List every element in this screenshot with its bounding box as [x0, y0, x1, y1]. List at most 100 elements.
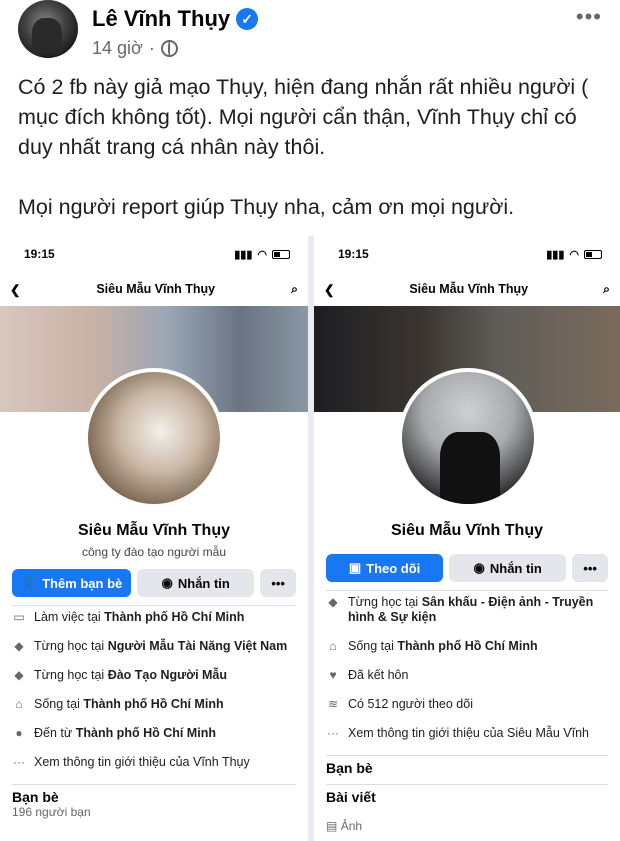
intro-label: Đến từ [34, 726, 76, 740]
graduation-cap-icon: ◆ [14, 639, 24, 653]
battery-icon [584, 249, 602, 259]
message-button[interactable]: ◉ Nhắn tin [137, 569, 255, 597]
more-icon: ··· [13, 755, 25, 769]
verified-badge-icon: ✓ [236, 8, 259, 30]
status-time: 19:15 [338, 247, 369, 261]
profile-picture[interactable] [84, 368, 224, 508]
message-label: Nhắn tin [489, 560, 542, 576]
divider [12, 605, 296, 606]
profile-subtitle: công ty đào tạo người mẫu [82, 545, 226, 559]
intro-row[interactable]: ▭ Làm việc tại Thành phố Hồ Chí Minh [0, 610, 308, 625]
nav-title: Siêu Mẫu Vĩnh Thụy [409, 282, 529, 296]
author-name-text[interactable]: Lê Vĩnh Thụy [92, 6, 230, 32]
add-friend-icon: 👤 [20, 575, 38, 590]
back-icon[interactable]: ❮ [324, 282, 334, 297]
intro-row[interactable]: ⌂ Sống tại Thành phố Hồ Chí Minh [0, 697, 308, 712]
intro-label: Có 512 người theo dõi [348, 697, 473, 711]
friends-heading: Bạn bè [12, 789, 59, 805]
messenger-icon: ◉ [161, 575, 173, 590]
battery-icon [272, 249, 290, 259]
profile-picture[interactable] [398, 368, 538, 508]
intro-row[interactable]: ··· Xem thông tin giới thiệu của Siêu Mẫu… [314, 726, 620, 741]
status-bar: 19:15 ▮▮▮ ◠ [314, 236, 620, 272]
intro-value[interactable]: Thành phố Hồ Chí Minh [104, 610, 244, 624]
author-avatar[interactable] [18, 0, 78, 58]
intro-text: Từng học tại Người Mẫu Tài Năng Việt Nam [34, 639, 287, 654]
add-friend-button[interactable]: 👤 Thêm bạn bè [12, 569, 132, 597]
follow-icon: ▣ [348, 560, 362, 575]
intro-text: Sống tại Thành phố Hồ Chí Minh [34, 697, 224, 712]
message-label: Nhắn tin [177, 575, 230, 591]
photos-label: Ảnh [340, 819, 363, 833]
intro-value[interactable]: Đào Tạo Người Mẫu [108, 668, 227, 682]
search-icon[interactable]: ⌕ [291, 282, 298, 297]
intro-label: Từng học tại [348, 595, 422, 609]
more-icon: ··· [327, 726, 339, 740]
profile-actions: 👤 Thêm bạn bè ◉ Nhắn tin ••• [0, 569, 308, 597]
heart-icon: ♥ [329, 668, 337, 682]
profile-nav-bar: ❮ Siêu Mẫu Vĩnh Thụy ⌕ [314, 272, 620, 306]
signal-icon: ▮▮▮ [546, 248, 565, 261]
intro-value[interactable]: Thành phố Hồ Chí Minh [397, 639, 537, 653]
photo-icon: ▤ [326, 819, 338, 833]
post-paragraph-2: Mọi người report giúp Thụy nha, cảm ơn m… [18, 195, 515, 219]
post-header: Lê Vĩnh Thụy ✓ 14 giờ · ••• [0, 0, 620, 70]
divider [326, 590, 608, 591]
meta-separator: · [148, 38, 155, 58]
fake-profile-screenshot-2[interactable]: 19:15 ▮▮▮ ◠ ❮ Siêu Mẫu Vĩnh Thụy ⌕ Siêu Mẫu … [314, 236, 620, 841]
photos-chip[interactable]: ▤ Ảnh [314, 819, 620, 833]
divider [12, 784, 296, 785]
intro-text: Từng học tại Sân khấu - Điện ảnh - Truyề… [348, 595, 608, 625]
intro-list: ◆ Từng học tại Sân khấu - Điện ảnh - Truy… [314, 595, 620, 741]
intro-row[interactable]: ● Đến từ Thành phố Hồ Chí Minh [0, 726, 308, 741]
author-name[interactable]: Lê Vĩnh Thụy ✓ [92, 6, 259, 32]
status-bar: 19:15 ▮▮▮ ◠ [0, 236, 308, 272]
profile-nav-bar: ❮ Siêu Mẫu Vĩnh Thụy ⌕ [0, 272, 308, 306]
post-paragraph-1: Có 2 fb này giả mạo Thụy, hiện đang nhắn… [18, 75, 589, 159]
friends-count: 196 người bạn [12, 805, 91, 819]
more-actions-button[interactable]: ••• [572, 554, 608, 582]
intro-label: Sống tại [34, 697, 84, 711]
intro-row[interactable]: ⌂ Sống tại Thành phố Hồ Chí Minh [314, 639, 620, 654]
graduation-cap-icon: ◆ [14, 668, 24, 682]
divider [326, 755, 608, 756]
post-meta: 14 giờ · [92, 38, 178, 59]
location-pin-icon: ● [15, 726, 23, 740]
more-options-icon[interactable]: ••• [576, 4, 602, 30]
intro-row[interactable]: ◆ Từng học tại Người Mẫu Tài Năng Việt Na… [0, 639, 308, 654]
graduation-cap-icon: ◆ [328, 595, 338, 609]
nav-title: Siêu Mẫu Vĩnh Thụy [96, 282, 216, 296]
messenger-icon: ◉ [473, 560, 485, 575]
briefcase-icon: ▭ [13, 610, 25, 624]
intro-list: ▭ Làm việc tại Thành phố Hồ Chí Minh ◆ Từng… [0, 610, 308, 770]
follow-label: Theo dõi [366, 560, 421, 576]
intro-row[interactable]: ··· Xem thông tin giới thiệu của Vĩnh Thụ… [0, 755, 308, 770]
post-time[interactable]: 14 giờ [92, 38, 143, 59]
intro-label: Làm việc tại [34, 610, 105, 624]
intro-label: Từng học tại [34, 668, 108, 682]
intro-row[interactable]: ◆ Từng học tại Sân khấu - Điện ảnh - Truy… [314, 595, 620, 625]
more-actions-button[interactable]: ••• [260, 569, 296, 597]
home-icon: ⌂ [329, 639, 337, 653]
intro-row[interactable]: ♥ Đã kết hôn [314, 668, 620, 683]
intro-text: Từng học tại Đào Tạo Người Mẫu [34, 668, 227, 683]
intro-text: Xem thông tin giới thiệu của Siêu Mẫu Vĩ… [348, 726, 589, 741]
profile-name: Siêu Mẫu Vĩnh Thụy [390, 522, 543, 539]
fake-profile-screenshot-1[interactable]: 19:15 ▮▮▮ ◠ ❮ Siêu Mẫu Vĩnh Thụy ⌕ Siêu Mẫu … [0, 236, 308, 841]
intro-row[interactable]: ≋ Có 512 người theo dõi [314, 697, 620, 712]
back-icon[interactable]: ❮ [10, 282, 20, 297]
friends-heading: Bạn bè [326, 760, 373, 776]
intro-value[interactable]: Người Mẫu Tài Năng Việt Nam [108, 639, 288, 653]
posts-heading: Bài viết [326, 789, 376, 805]
search-icon[interactable]: ⌕ [603, 282, 610, 297]
intro-row[interactable]: ◆ Từng học tại Đào Tạo Người Mẫu [0, 668, 308, 683]
follow-button[interactable]: ▣ Theo dõi [326, 554, 444, 582]
intro-value[interactable]: Thành phố Hồ Chí Minh [76, 726, 216, 740]
intro-text: Sống tại Thành phố Hồ Chí Minh [348, 639, 538, 654]
intro-text: Đến từ Thành phố Hồ Chí Minh [34, 726, 216, 741]
intro-label: Xem thông tin giới thiệu của Siêu Mẫu Vĩ… [348, 726, 589, 740]
profile-name: Siêu Mẫu Vĩnh Thụy [77, 522, 230, 539]
intro-label: Sống tại [348, 639, 398, 653]
message-button[interactable]: ◉ Nhắn tin [449, 554, 567, 582]
intro-value[interactable]: Thành phố Hồ Chí Minh [83, 697, 223, 711]
